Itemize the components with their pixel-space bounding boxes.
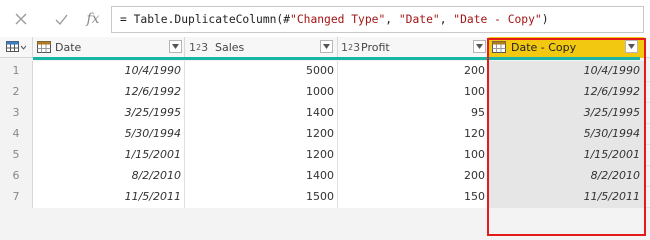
row-number[interactable]: 5 [0,145,33,166]
table-cell-sales[interactable]: 1200 [185,124,338,145]
calendar-icon[interactable] [37,40,51,54]
table-cell-copy[interactable]: 10/4/1990 [489,61,644,82]
table-cell-date[interactable]: 3/25/1995 [33,103,185,124]
row-number[interactable]: 4 [0,124,33,145]
table-cell-date[interactable]: 8/2/2010 [33,166,185,187]
table-menu-button[interactable] [0,37,33,58]
table-cell-sales[interactable]: 1200 [185,145,338,166]
formula-text: = Table.DuplicateColumn(#"Changed Type",… [120,13,549,26]
fx-icon[interactable]: fx [83,9,103,29]
table-cell-sales[interactable]: 1400 [185,166,338,187]
row-number[interactable]: 1 [0,61,33,82]
column-header-row: Date 123 Sales 123 Profit Date - Copy [0,37,650,60]
table-cell-copy[interactable]: 1/15/2001 [489,145,644,166]
column-filter-dropdown[interactable] [169,40,182,53]
table-row[interactable]: 3 3/25/1995 1400 95 3/25/1995 [0,103,650,124]
calendar-icon[interactable] [492,40,506,54]
column-filter-dropdown[interactable] [473,40,486,53]
table-cell-profit[interactable]: 100 [338,82,489,103]
table-cell-date[interactable]: 5/30/1994 [33,124,185,145]
column-header-profit[interactable]: 123 Profit [338,37,489,58]
table-cell-copy[interactable]: 5/30/1994 [489,124,644,145]
confirm-check-icon[interactable] [50,9,72,29]
row-number[interactable]: 3 [0,103,33,124]
table-cell-sales[interactable]: 1400 [185,103,338,124]
row-number[interactable]: 7 [0,187,33,208]
table-cell-profit[interactable]: 200 [338,61,489,82]
column-header-date-copy[interactable]: Date - Copy [489,37,644,58]
table-row[interactable]: 1 10/4/1990 5000 200 10/4/1990 [0,61,650,82]
whole-number-icon[interactable]: 123 [341,40,360,54]
table-cell-sales[interactable]: 5000 [185,61,338,82]
table-icon [6,41,26,52]
table-row[interactable]: 2 12/6/1992 1000 100 12/6/1992 [0,82,650,103]
table-cell-profit[interactable]: 95 [338,103,489,124]
table-row[interactable]: 6 8/2/2010 1400 200 8/2/2010 [0,166,650,187]
column-header-label: Date [55,41,82,54]
formula-bar: fx = Table.DuplicateColumn(#"Changed Typ… [0,0,650,38]
table-cell-copy[interactable]: 8/2/2010 [489,166,644,187]
table-cell-date[interactable]: 10/4/1990 [33,61,185,82]
column-filter-dropdown[interactable] [625,40,638,53]
table-cell-profit[interactable]: 150 [338,187,489,208]
row-number[interactable]: 6 [0,166,33,187]
column-header-sales[interactable]: 123 Sales [185,37,338,58]
table-cell-copy[interactable]: 12/6/1992 [489,82,644,103]
column-header-date[interactable]: Date [33,37,185,58]
row-number[interactable]: 2 [0,82,33,103]
table-row[interactable]: 7 11/5/2011 1500 150 11/5/2011 [0,187,650,208]
table-cell-date[interactable]: 11/5/2011 [33,187,185,208]
column-header-label: Profit [361,41,390,54]
table-cell-date[interactable]: 12/6/1992 [33,82,185,103]
table-row[interactable]: 5 1/15/2001 1200 100 1/15/2001 [0,145,650,166]
table-cell-copy[interactable]: 11/5/2011 [489,187,644,208]
table-cell-profit[interactable]: 200 [338,166,489,187]
column-header-label: Sales [215,41,245,54]
whole-number-icon[interactable]: 123 [189,40,208,54]
table-cell-profit[interactable]: 100 [338,145,489,166]
table-cell-copy[interactable]: 3/25/1995 [489,103,644,124]
column-header-label: Date - Copy [511,41,577,54]
table-cell-sales[interactable]: 1000 [185,82,338,103]
table-cell-date[interactable]: 1/15/2001 [33,145,185,166]
cancel-icon[interactable] [10,9,32,29]
table-cell-sales[interactable]: 1500 [185,187,338,208]
table-row[interactable]: 4 5/30/1994 1200 120 5/30/1994 [0,124,650,145]
formula-input[interactable]: = Table.DuplicateColumn(#"Changed Type",… [111,6,644,33]
column-quality-bar [33,57,640,60]
column-filter-dropdown[interactable] [320,40,333,53]
table-cell-profit[interactable]: 120 [338,124,489,145]
